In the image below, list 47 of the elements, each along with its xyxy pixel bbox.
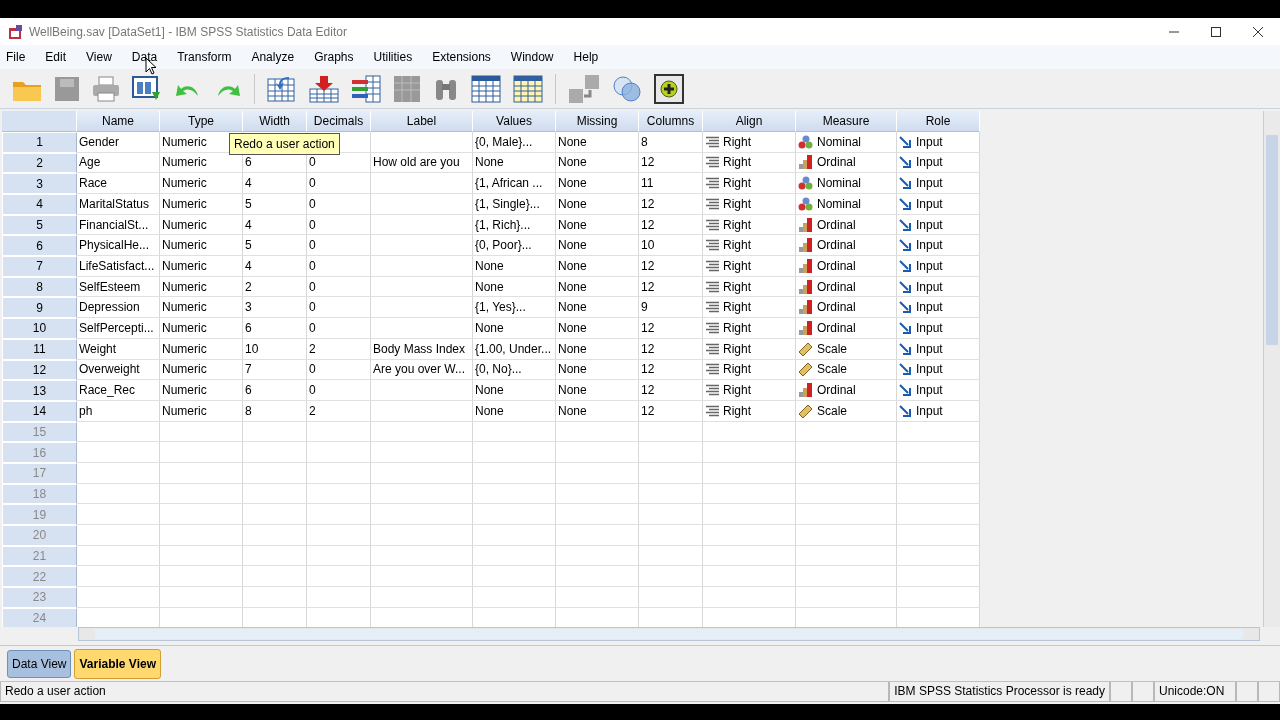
cell-text: Ordinal xyxy=(817,279,856,294)
cell-text: Right xyxy=(723,258,751,273)
cell-text: Input xyxy=(916,403,943,418)
cell-text: Input xyxy=(916,258,943,273)
cell-text: Input xyxy=(916,279,943,294)
cell-text: Nominal xyxy=(817,134,861,149)
cell-text: Ordinal xyxy=(817,383,856,398)
unicode-status: Unicode:ON xyxy=(1154,682,1236,702)
cell-text: Right xyxy=(723,279,751,294)
cell-text: Input xyxy=(916,321,943,335)
cell-text: Right xyxy=(723,196,751,211)
cell-text: Input xyxy=(916,341,943,356)
cell-text: Input xyxy=(916,362,943,377)
cell-text: Ordinal xyxy=(817,238,856,253)
cell-text: Right xyxy=(723,217,751,232)
cell-text: Input xyxy=(916,155,943,170)
cell-text: Right xyxy=(723,176,751,191)
window-title: WellBeing.sav [DataSet1] - IBM SPSS Statistics Data Editor xyxy=(29,24,347,39)
cell-text: Right xyxy=(723,321,751,335)
cell-text: Ordinal xyxy=(817,217,856,232)
cell-text: Ordinal xyxy=(817,321,856,335)
cell-text: Right xyxy=(723,155,751,170)
cell-text: Scale xyxy=(817,341,848,356)
cell-text: Ordinal xyxy=(817,155,856,170)
cell-text: Ordinal xyxy=(817,300,856,315)
cell-text: Right xyxy=(723,383,751,398)
status-message: Redo a user action xyxy=(0,682,890,702)
cell-text: Right xyxy=(723,362,751,377)
cell-text: Right xyxy=(723,134,751,149)
cell-text: Input xyxy=(916,134,943,149)
processor-status: IBM SPSS Statistics Processor is ready xyxy=(889,682,1110,702)
cell-text: Nominal xyxy=(817,196,861,211)
cell-text: Input xyxy=(916,196,943,211)
cell-text: Scale xyxy=(817,403,848,418)
cell-text: Input xyxy=(916,217,943,232)
cell-text: Scale xyxy=(817,362,848,377)
cell-text: Right xyxy=(723,341,751,356)
cell-text: Input xyxy=(916,176,943,191)
cell-text: Input xyxy=(916,383,943,398)
cell-text: Right xyxy=(723,238,751,253)
cell-text: Input xyxy=(916,238,943,253)
tooltip: Redo a user action xyxy=(229,133,340,156)
cell-text: Right xyxy=(723,403,751,418)
cell-text: Ordinal xyxy=(817,258,856,273)
cell-text: Nominal xyxy=(817,176,861,191)
cell-text: Input xyxy=(916,300,943,315)
cell-text: Right xyxy=(723,300,751,315)
